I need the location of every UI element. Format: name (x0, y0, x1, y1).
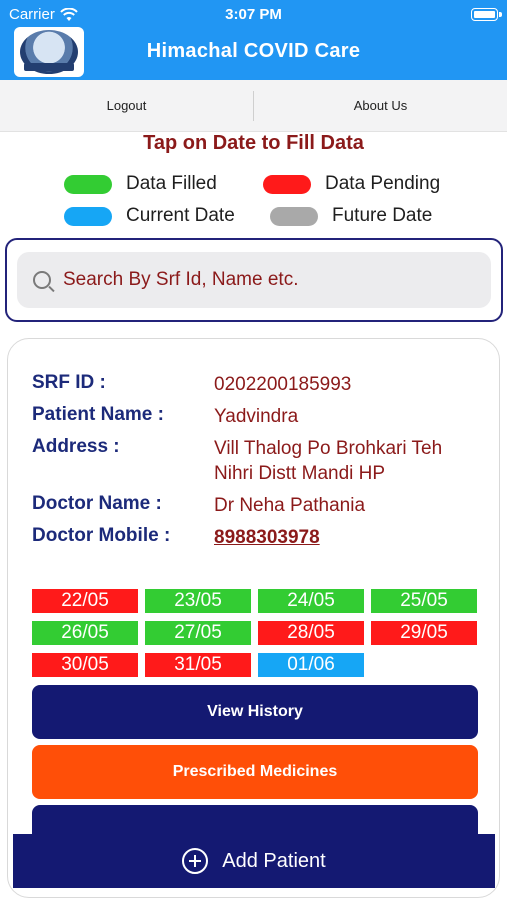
instruction-text: Tap on Date to Fill Data (143, 132, 364, 154)
date-cell[interactable]: 26/05 (32, 621, 138, 645)
battery-icon (471, 8, 502, 21)
legend-label: Current Date (126, 205, 235, 226)
legend-data-filled: Data Filled (64, 173, 217, 195)
patient-name-value: Yadvindra (214, 406, 299, 427)
date-cell[interactable]: 31/05 (145, 653, 251, 677)
date-cell[interactable]: 24/05 (258, 589, 364, 613)
view-history-button[interactable]: View History (32, 685, 478, 739)
legend-label: Data Filled (126, 173, 217, 194)
patient-card: SRF ID : 0202200185993 Patient Name : Ya… (7, 338, 500, 898)
status-time: 3:07 PM (225, 6, 282, 23)
date-cell[interactable]: 28/05 (258, 621, 364, 645)
address-value: Vill Thalog Po Brohkari Teh Nihri Distt … (214, 438, 443, 484)
legend-future-date: Future Date (270, 205, 432, 227)
app-header: Carrier 3:07 PM Himachal COVID Care (0, 0, 507, 80)
date-cell[interactable]: 30/05 (32, 653, 138, 677)
logout-button[interactable]: Logout (0, 98, 253, 113)
date-cell[interactable]: 22/05 (32, 589, 138, 613)
add-circle-icon (182, 848, 209, 874)
app-title: Himachal COVID Care (146, 40, 361, 62)
date-cell[interactable]: 01/06 (258, 653, 364, 677)
date-cell[interactable]: 23/05 (145, 589, 251, 613)
patient-name-label: Patient Name : (32, 404, 164, 425)
search-container (5, 238, 503, 322)
srf-label: SRF ID : (32, 372, 106, 393)
sub-navigation: Logout About Us (0, 80, 507, 132)
legend-data-pending: Data Pending (263, 173, 440, 195)
about-us-button[interactable]: About Us (254, 98, 507, 113)
legend-current-date: Current Date (64, 205, 235, 227)
status-bar: Carrier 3:07 PM (0, 0, 507, 28)
legend-swatch-future (270, 206, 318, 226)
search-bar[interactable] (17, 252, 491, 308)
doctor-name-value: Dr Neha Pathania (214, 495, 366, 516)
doctor-mobile-link[interactable]: 8988303978 (214, 525, 484, 550)
prescribed-medicines-button[interactable]: Prescribed Medicines (32, 745, 478, 799)
address-label: Address : (32, 436, 120, 457)
add-patient-button[interactable]: Add Patient (13, 834, 495, 888)
doctor-mobile-label: Doctor Mobile : (32, 525, 171, 546)
legend-swatch-filled (64, 174, 112, 194)
search-input[interactable] (63, 269, 463, 291)
legend-swatch-current (64, 206, 112, 226)
srf-value: 0202200185993 (214, 374, 352, 395)
legend-label: Data Pending (325, 173, 441, 194)
legend-label: Future Date (332, 205, 433, 226)
date-cell[interactable]: 27/05 (145, 621, 251, 645)
add-patient-label: Add Patient (222, 849, 326, 872)
search-icon (33, 271, 51, 289)
doctor-name-label: Doctor Name : (32, 493, 162, 514)
date-cell[interactable]: 25/05 (371, 589, 477, 613)
date-cell[interactable]: 29/05 (371, 621, 477, 645)
status-legend: Data Filled Data Pending Current Date Fu… (0, 170, 507, 234)
legend-swatch-pending (263, 174, 311, 194)
